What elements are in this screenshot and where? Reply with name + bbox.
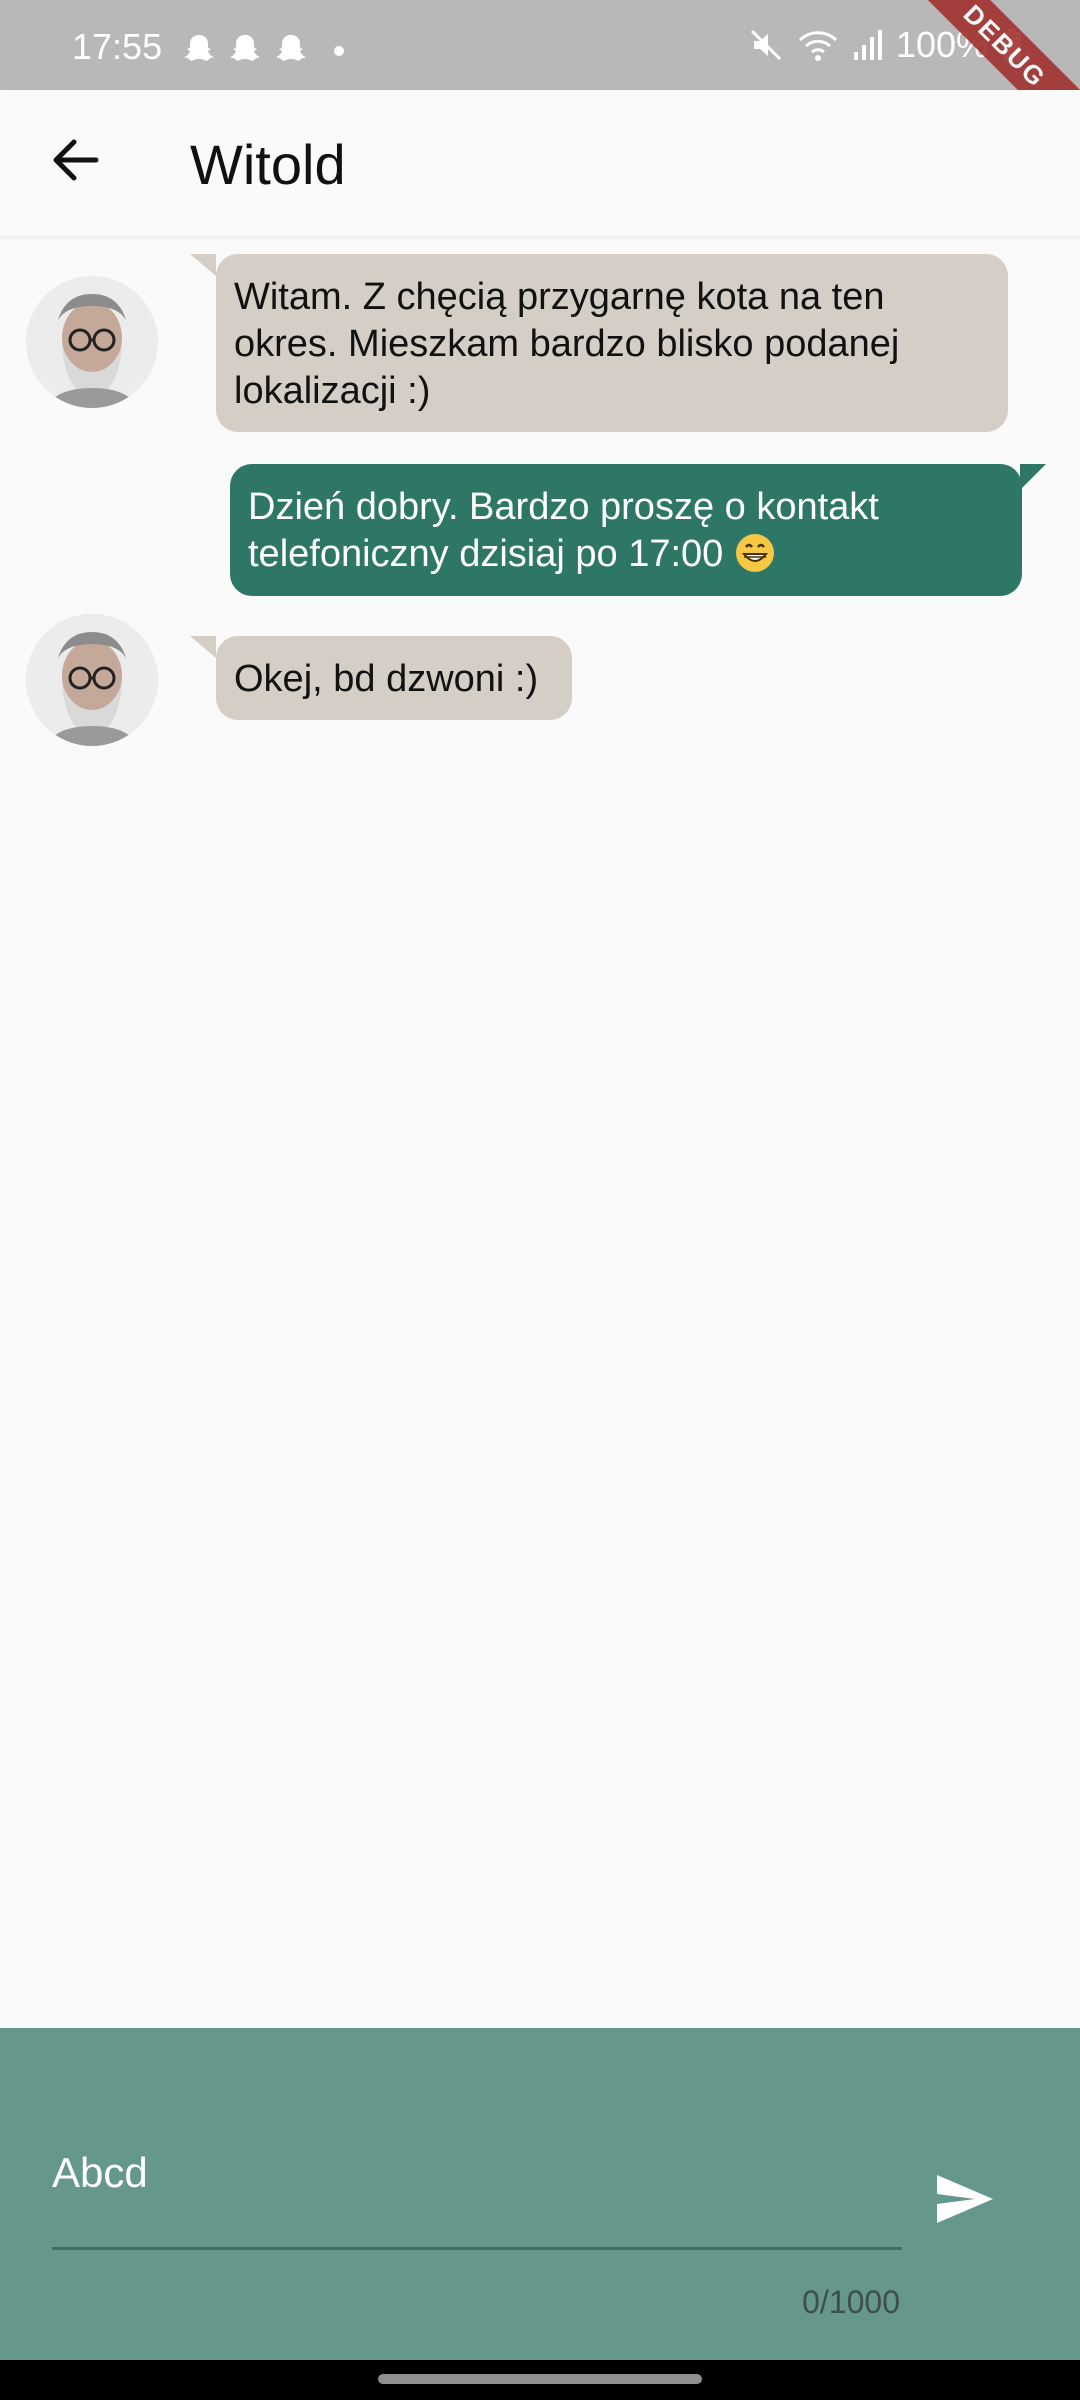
- bubble-tail: [190, 254, 216, 276]
- message-bubble-incoming[interactable]: Okej, bd dzwoni :): [216, 636, 572, 720]
- message-text: Dzień dobry. Bardzo proszę o kontakt tel…: [248, 486, 879, 575]
- bubble-tail: [190, 636, 216, 658]
- status-bar: 17:55 100%: [0, 0, 1080, 90]
- message-composer: 0/1000: [0, 2028, 1080, 2360]
- message-input[interactable]: [52, 2138, 902, 2250]
- snapchat-icon: [274, 32, 308, 68]
- message-bubble-incoming[interactable]: Witam. Z chęcią przygarnę kota na ten ok…: [216, 254, 1008, 432]
- snapchat-icon: [182, 32, 216, 68]
- back-button[interactable]: [40, 126, 112, 198]
- send-icon: [935, 2173, 995, 2230]
- message-text: Witam. Z chęcią przygarnę kota na ten ok…: [234, 276, 900, 412]
- avatar[interactable]: [26, 276, 158, 408]
- bubble-tail: [1020, 464, 1046, 490]
- signal-icon: [852, 28, 882, 62]
- status-time: 17:55: [72, 26, 163, 67]
- chat-title: Witold: [190, 133, 346, 196]
- arrow-back-icon: [52, 138, 100, 187]
- home-gesture-handle[interactable]: [378, 2374, 702, 2384]
- wifi-icon: [798, 28, 838, 62]
- mute-icon: [748, 27, 784, 63]
- message-text: Okej, bd dzwoni :): [234, 658, 539, 700]
- grinning-face-icon: [734, 532, 776, 574]
- avatar[interactable]: [26, 614, 158, 746]
- send-button[interactable]: [930, 2166, 1000, 2236]
- character-counter: 0/1000: [802, 2284, 900, 2320]
- app-bar: Witold: [0, 90, 1080, 236]
- navigation-bar: [0, 2360, 1080, 2400]
- snapchat-icon: [228, 32, 262, 68]
- notification-dot: [334, 46, 344, 56]
- message-bubble-outgoing[interactable]: Dzień dobry. Bardzo proszę o kontakt tel…: [230, 464, 1022, 596]
